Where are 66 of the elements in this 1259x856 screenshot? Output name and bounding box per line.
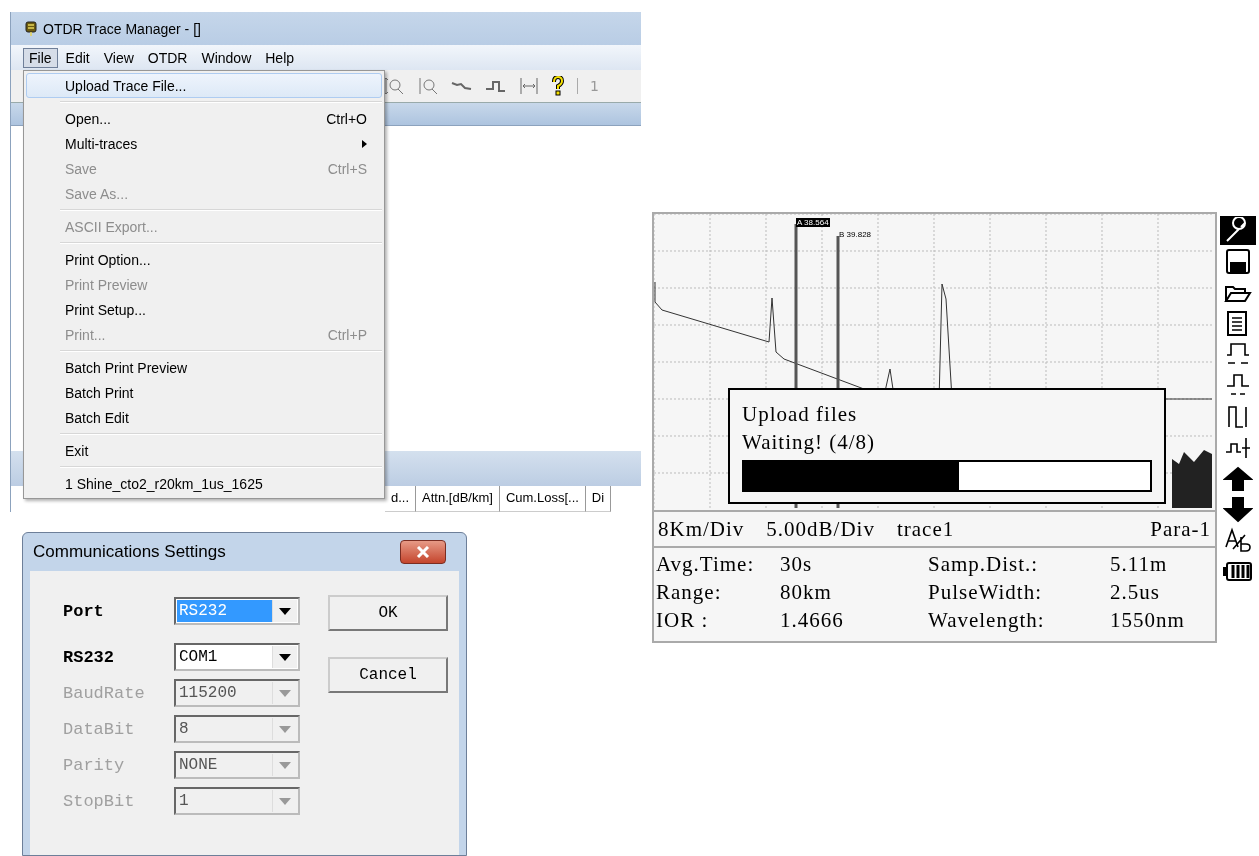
param-label: Samp.Dist.:: [928, 551, 1040, 578]
dropdown-arrow-icon: [279, 761, 291, 769]
zoom-icon[interactable]: [383, 76, 405, 96]
field-label: RS232: [63, 647, 115, 667]
dropdown-arrow-icon: [279, 689, 291, 697]
param-value: 1550nm: [1110, 607, 1186, 634]
marker-label: B 39.828: [838, 230, 873, 239]
dialog-button[interactable]: OK: [328, 595, 448, 631]
window-title: OTDR Trace Manager - []: [43, 20, 201, 37]
scale-label: Para-1: [1150, 516, 1212, 543]
distance-icon[interactable]: [519, 77, 539, 95]
param-value: 80km: [780, 579, 833, 606]
field-label: Port: [63, 601, 105, 621]
param-label: IOR :: [656, 607, 710, 634]
menu-item[interactable]: Print Setup...: [26, 297, 382, 322]
param-label: PulseWidth:: [928, 579, 1043, 606]
param-value: 30s: [780, 551, 814, 578]
dropdown-field[interactable]: COM1: [174, 643, 300, 671]
param-value: 5.11m: [1110, 551, 1169, 578]
menu-item[interactable]: Help: [259, 47, 301, 68]
dropdown-arrow-icon: [279, 653, 291, 661]
menu-item[interactable]: Batch Print: [26, 380, 382, 405]
dialog-button[interactable]: Cancel: [328, 657, 448, 693]
page-number: 1: [577, 78, 599, 94]
scale-label: trace1: [896, 516, 955, 543]
menu-item[interactable]: Multi-traces: [26, 131, 382, 156]
question-icon[interactable]: [551, 76, 565, 96]
close-icon: [416, 546, 430, 558]
menu-item[interactable]: 1 Shine_cto2_r20km_1us_1625: [26, 471, 382, 496]
field-label: StopBit: [63, 791, 136, 811]
param-label: Wavelength:: [928, 607, 1046, 634]
param-label: Range:: [656, 579, 723, 606]
menu-item[interactable]: Exit: [26, 438, 382, 463]
param-value: 1.4666: [780, 607, 845, 634]
menu-item[interactable]: Print Option...: [26, 247, 382, 272]
trace-icon[interactable]: [451, 79, 473, 93]
column-header[interactable]: Di: [585, 486, 612, 512]
field-label: BaudRate: [63, 683, 146, 703]
dropdown-arrow-icon: [279, 607, 291, 615]
menu-item[interactable]: Edit: [59, 47, 96, 68]
app-icon: [25, 20, 37, 37]
dialog-title: Communications Settings: [33, 542, 226, 562]
dropdown-arrow-icon: [279, 725, 291, 733]
zoom-icon[interactable]: [417, 76, 439, 96]
field-label: Parity: [63, 755, 126, 775]
param-value: 2.5us: [1110, 579, 1161, 606]
menu-item[interactable]: Window: [195, 47, 258, 68]
close-button[interactable]: [400, 540, 446, 564]
column-header[interactable]: Cum.Loss[...: [499, 486, 586, 512]
marker-label: A 38.564: [796, 218, 830, 227]
menu-item[interactable]: Upload Trace File...: [26, 73, 382, 98]
dropdown-arrow-icon: [279, 797, 291, 805]
scale-label: 5.00dB/Div: [766, 516, 875, 543]
upload-status: Waiting! (4/8): [742, 429, 877, 456]
pulse-icon[interactable]: [485, 79, 507, 93]
menu-item[interactable]: View: [97, 47, 140, 68]
field-label: DataBit: [63, 719, 136, 739]
menu-item[interactable]: OTDR: [141, 47, 194, 68]
menu-item[interactable]: Batch Edit: [26, 405, 382, 430]
scale-label: 8Km/Div: [658, 516, 745, 543]
param-label: Avg.Time:: [656, 551, 756, 578]
menu-item[interactable]: File: [23, 47, 58, 68]
menu-item[interactable]: Batch Print Preview: [26, 355, 382, 380]
menu-item[interactable]: Open... Ctrl+O: [26, 106, 382, 131]
upload-title: Upload files: [742, 401, 859, 428]
column-header[interactable]: Attn.[dB/km]: [416, 486, 500, 512]
